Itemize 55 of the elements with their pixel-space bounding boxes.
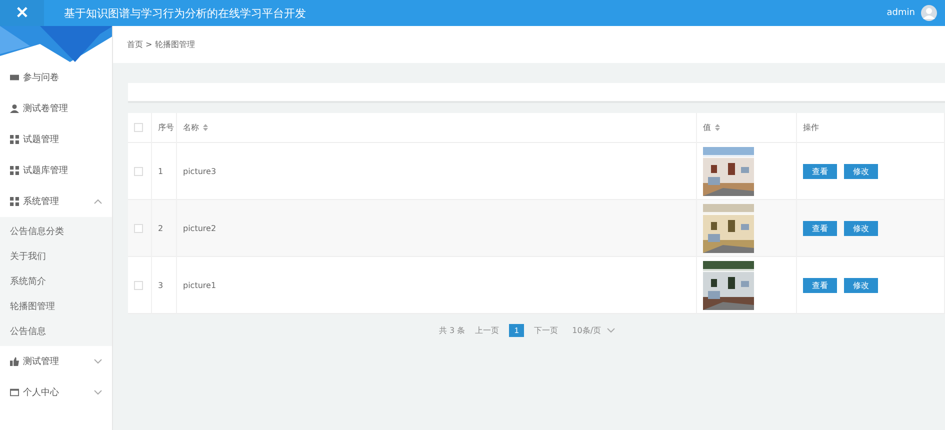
view-button[interactable]: 查看 (803, 164, 837, 178)
column-header[interactable]: 值 (697, 113, 797, 143)
column-header: 操作 (797, 113, 945, 143)
thumbs-up-icon (10, 357, 19, 366)
user-name[interactable]: admin (886, 8, 915, 18)
next-page-button[interactable]: 下一页 (534, 324, 558, 336)
sidebar-item[interactable]: 测试卷管理 (0, 93, 112, 124)
avatar-icon[interactable] (921, 5, 937, 21)
checkbox[interactable] (134, 224, 143, 232)
sort-icon[interactable] (203, 124, 208, 131)
edit-button[interactable]: 修改 (844, 220, 878, 236)
checkbox[interactable] (134, 123, 143, 132)
view-button[interactable]: 查看 (803, 278, 837, 292)
grid-icon (10, 166, 19, 175)
table-cell: picture3 (177, 143, 697, 200)
table-cell: 1 (152, 143, 177, 200)
chevron-down-icon (94, 359, 102, 364)
close-button[interactable]: ✕ (0, 0, 44, 26)
window-icon (10, 388, 19, 397)
table-cell: 3 (152, 257, 177, 314)
sidebar-item[interactable]: 测试管理 (0, 346, 112, 377)
sidebar-item[interactable]: 个人中心 (0, 377, 112, 408)
total-count: 共 3 条 (438, 324, 466, 336)
chevron-up-icon (94, 199, 102, 204)
sidebar-subitem[interactable]: 轮播图管理 (0, 294, 112, 319)
column-header[interactable]: 名称 (177, 113, 697, 143)
sidebar-item[interactable]: 试题库管理 (0, 155, 112, 186)
column-header: 序号 (152, 113, 177, 143)
chevron-down-icon (607, 328, 616, 332)
page-size-select[interactable]: 10条/页 (568, 324, 620, 336)
prev-page-button[interactable]: 上一页 (475, 324, 500, 336)
sidebar-subitem[interactable]: 关于我们 (0, 244, 112, 269)
edit-button[interactable]: 修改 (844, 164, 878, 178)
card-icon (10, 73, 19, 82)
checkbox[interactable] (134, 166, 143, 176)
grid-icon (10, 197, 19, 206)
view-button[interactable]: 查看 (803, 220, 837, 236)
sidebar-subitem[interactable]: 系统简介 (0, 269, 112, 294)
breadcrumb: 首页 > 轮播图管理 (127, 39, 195, 50)
user-icon (10, 104, 19, 113)
table-cell: picture2 (177, 200, 697, 257)
sidebar-subitem[interactable]: 公告信息分类 (0, 219, 112, 244)
table-cell: picture1 (177, 257, 697, 314)
page-button[interactable]: 1 (509, 324, 524, 336)
sidebar-item[interactable]: 系统管理 (0, 186, 112, 217)
chevron-down-icon (94, 390, 102, 395)
sidebar-subitem[interactable]: 公告信息 (0, 319, 112, 344)
sidebar-item[interactable]: 参与问卷 (0, 62, 112, 93)
grid-icon (10, 135, 19, 144)
sidebar-item[interactable]: 试题管理 (0, 124, 112, 155)
sort-icon[interactable] (715, 124, 720, 131)
checkbox[interactable] (134, 280, 143, 290)
table-cell: 2 (152, 200, 177, 257)
edit-button[interactable]: 修改 (844, 278, 878, 292)
app-title: 基于知识图谱与学习行为分析的在线学习平台开发 (64, 6, 307, 20)
